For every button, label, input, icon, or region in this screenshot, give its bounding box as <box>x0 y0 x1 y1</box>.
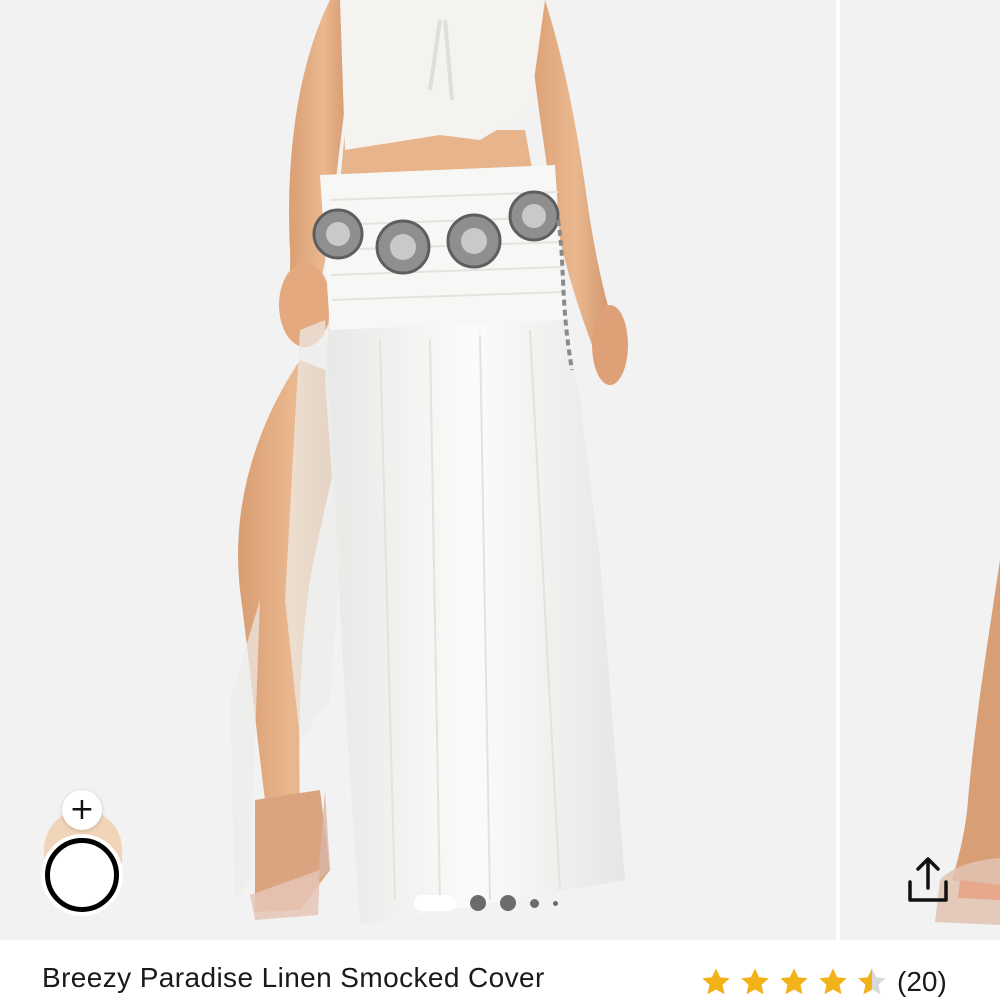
review-count[interactable]: (20) <box>897 966 947 998</box>
product-rating[interactable]: (20) <box>700 962 947 1002</box>
pagination-dot[interactable] <box>470 895 486 911</box>
pagination-dot[interactable] <box>553 900 558 906</box>
star-half-icon <box>858 968 886 995</box>
product-image-gallery[interactable]: + <box>0 0 1000 940</box>
try-on-avatar-ring[interactable] <box>45 838 119 912</box>
star-icon <box>819 968 847 995</box>
virtual-try-on-widget[interactable]: + <box>40 790 126 920</box>
gallery-pagination-dots[interactable] <box>414 893 558 913</box>
share-icon[interactable] <box>900 852 956 908</box>
product-title: Breezy Paradise Linen Smocked Cover <box>42 962 545 993</box>
plus-icon[interactable]: + <box>62 790 102 830</box>
product-photo-next[interactable] <box>840 0 1000 940</box>
pagination-dot[interactable] <box>530 898 539 908</box>
next-photo-illustration <box>840 0 1000 940</box>
pagination-dot-active[interactable] <box>414 895 456 911</box>
star-icon <box>780 968 808 995</box>
star-icon <box>702 968 730 995</box>
star-icon <box>741 968 769 995</box>
pagination-dot[interactable] <box>500 895 516 911</box>
